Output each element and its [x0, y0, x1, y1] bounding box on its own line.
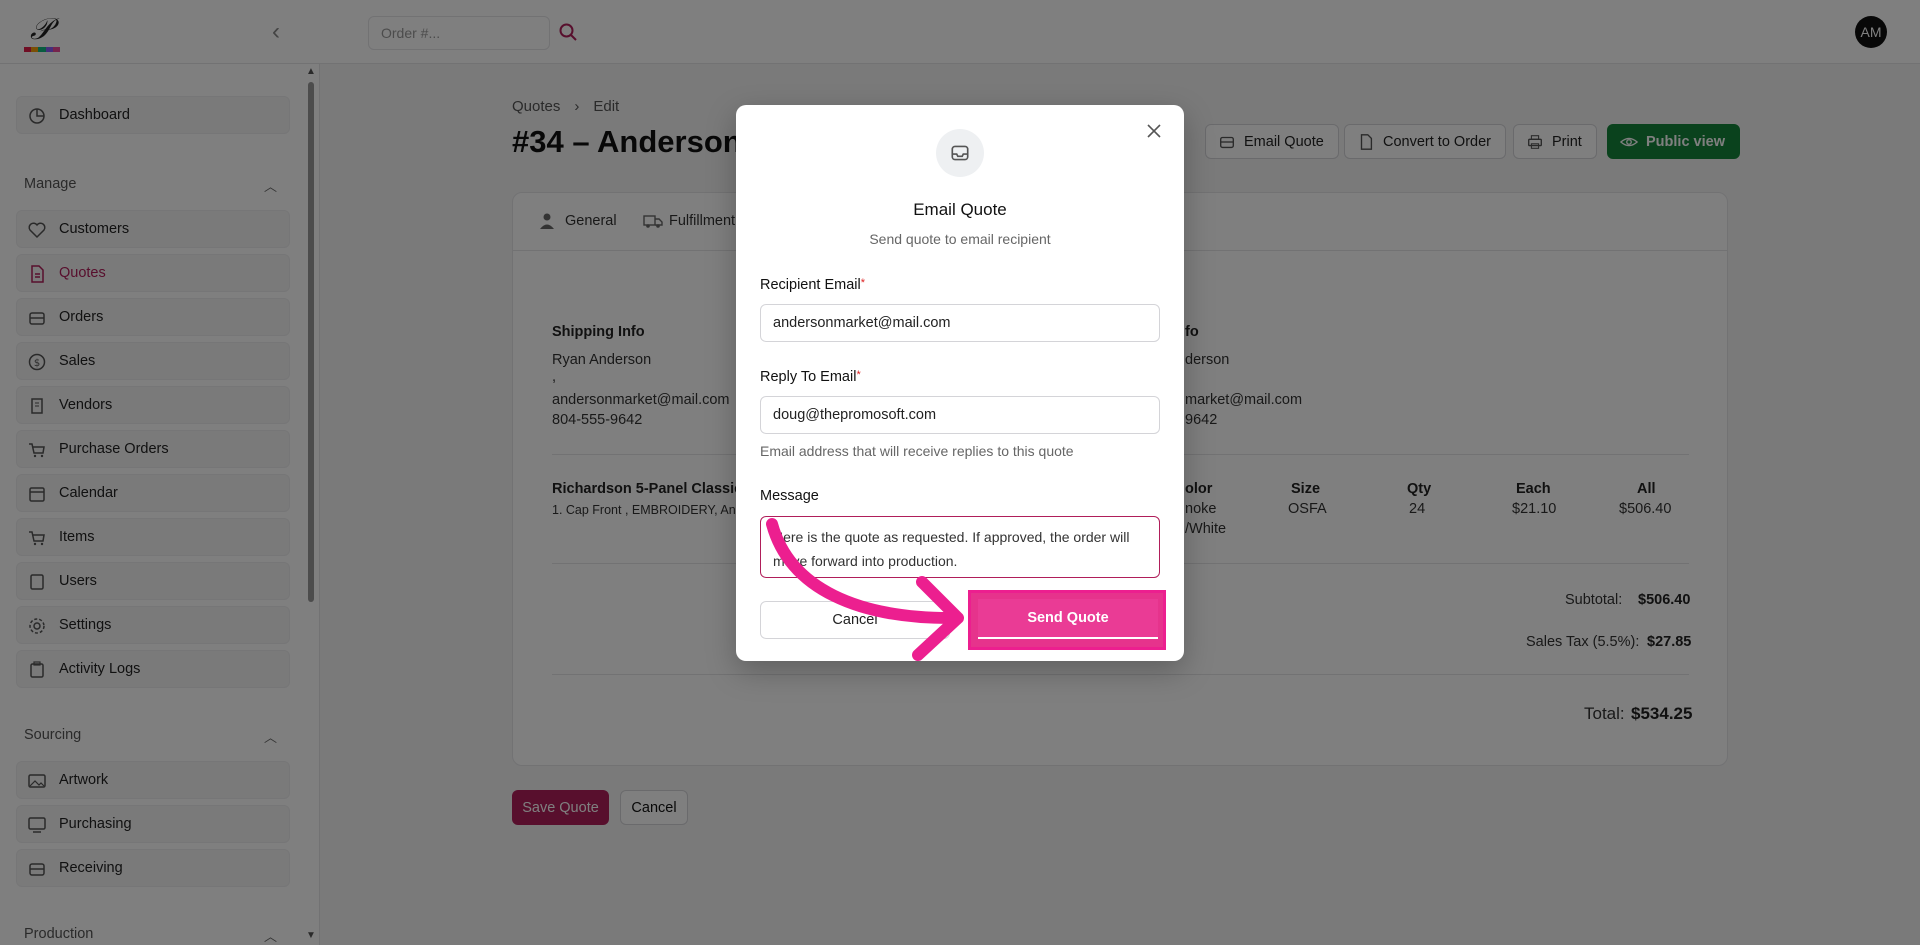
reply-to-email-field[interactable]: doug@thepromosoft.com [760, 396, 1160, 434]
dialog-cancel-button[interactable]: Cancel [760, 601, 950, 639]
required-mark: * [860, 277, 866, 289]
reply-to-email-label: Reply To Email* [760, 369, 861, 385]
dialog-title: Email Quote [913, 200, 1007, 219]
message-textarea[interactable]: Here is the quote as requested. If appro… [760, 516, 1160, 578]
dialog-subtitle: Send quote to email recipient [869, 231, 1051, 247]
required-mark: * [856, 369, 861, 381]
recipient-email-field[interactable]: andersonmarket@mail.com [760, 304, 1160, 342]
reply-to-help-text: Email address that will receive replies … [760, 443, 1074, 459]
recipient-email-label-text: Recipient Email [760, 277, 861, 293]
message-label: Message [760, 488, 819, 504]
recipient-email-label: Recipient Email* [760, 277, 865, 293]
inbox-icon [936, 129, 984, 177]
email-quote-dialog: Email Quote Send quote to email recipien… [736, 105, 1184, 661]
reply-to-email-label-text: Reply To Email [760, 369, 857, 385]
close-icon[interactable] [1144, 121, 1164, 141]
send-quote-button[interactable]: Send Quote [978, 599, 1158, 639]
